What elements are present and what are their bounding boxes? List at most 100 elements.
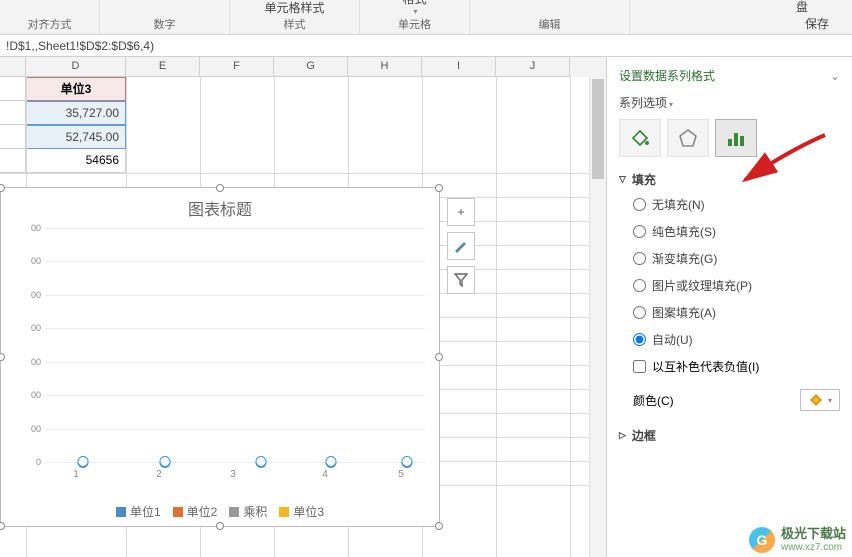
panel-subtitle[interactable]: 系列选项▾: [619, 94, 840, 111]
chart-handle-s[interactable]: [216, 522, 224, 530]
chart-legend[interactable]: 单位1 单位2 乘积 单位3: [1, 503, 439, 520]
y-tick: 00: [15, 424, 41, 434]
formula-text: !D$1,,Sheet1!$D$2:$D$6,4): [6, 39, 154, 53]
chart-handle-se[interactable]: [435, 522, 443, 530]
chart-add-button[interactable]: +: [447, 198, 475, 226]
cell-styles-button[interactable]: 单元格样式: [258, 0, 330, 16]
paint-bucket-icon: [629, 127, 651, 149]
watermark: G 极光下载站 www.xz7.com: [749, 527, 846, 553]
panel-tabs: [619, 119, 840, 157]
chart-handle-e[interactable]: [435, 353, 443, 361]
ribbon-group-label: 编辑: [539, 16, 561, 32]
x-tick: 1: [46, 469, 106, 480]
legend-swatch: [173, 507, 183, 517]
chart[interactable]: 图表标题 00 00 00 00 00 00 00 0 1: [0, 187, 440, 527]
radio-label: 纯色填充(S): [652, 223, 716, 240]
tab-effects[interactable]: [667, 119, 709, 157]
radio-input[interactable]: [633, 225, 646, 238]
col-header-d[interactable]: D: [26, 57, 126, 77]
formula-bar[interactable]: !D$1,,Sheet1!$D$2:$D$6,4): [0, 35, 852, 57]
watermark-name: 极光下载站: [781, 527, 846, 541]
col-header-h[interactable]: H: [348, 57, 422, 77]
col-header-f[interactable]: F: [200, 57, 274, 77]
radio-label: 自动(U): [652, 331, 693, 348]
x-tick: 5: [371, 469, 431, 480]
ribbon-group-label: 对齐方式: [28, 16, 72, 32]
col-header-j[interactable]: J: [496, 57, 570, 77]
format-panel: 设置数据系列格式 ⌄ 系列选项▾ ▽ 填充 无填充(N) 纯色填充(S) 渐变填…: [607, 57, 852, 557]
y-tick: 00: [15, 323, 41, 333]
paint-bucket-icon: [808, 392, 826, 408]
baidu-save-button[interactable]: 百度网盘 保存: [790, 0, 844, 32]
y-tick: 00: [15, 390, 41, 400]
watermark-logo: G: [749, 527, 775, 553]
legend-item-2[interactable]: 单位2: [173, 503, 218, 520]
chart-handle-w[interactable]: [0, 353, 5, 361]
tab-series[interactable]: [715, 119, 757, 157]
section-fill[interactable]: ▽ 填充: [619, 171, 840, 188]
format-label: 格式: [402, 0, 426, 7]
radio-input[interactable]: [633, 252, 646, 265]
chart-tools: +: [447, 198, 475, 294]
ribbon-group-label: 样式: [284, 16, 306, 32]
vertical-scrollbar[interactable]: [589, 77, 606, 557]
ribbon-group-label: 数字: [154, 16, 176, 32]
fill-auto[interactable]: 自动(U): [633, 331, 840, 348]
color-label: 颜色(C): [633, 392, 674, 409]
radio-label: 图片或纹理填充(P): [652, 277, 752, 294]
checkbox-input[interactable]: [633, 360, 646, 373]
section-border[interactable]: ▷ 边框: [619, 427, 840, 444]
legend-item-3[interactable]: 乘积: [229, 503, 267, 520]
fill-picture[interactable]: 图片或纹理填充(P): [633, 277, 840, 294]
col-header-e[interactable]: E: [126, 57, 200, 77]
watermark-url: www.xz7.com: [781, 542, 846, 553]
fill-none[interactable]: 无填充(N): [633, 196, 840, 213]
panel-subtitle-text: 系列选项: [619, 96, 667, 110]
grid-container: D E F G H I J 单位3 35,727.00 52,745.00 54…: [0, 57, 607, 557]
ribbon: 对齐方式 数字 单元格样式 样式 格式▾ 单元格 编辑 百度网盘 保存: [0, 0, 852, 35]
chart-handle-n[interactable]: [216, 184, 224, 192]
fill-options: 无填充(N) 纯色填充(S) 渐变填充(G) 图片或纹理填充(P) 图案填充(A…: [619, 196, 840, 348]
tab-fill[interactable]: [619, 119, 661, 157]
save-label: 保存: [805, 15, 829, 32]
chevron-down-icon[interactable]: ⌄: [830, 69, 840, 83]
radio-input[interactable]: [633, 306, 646, 319]
invert-negative[interactable]: 以互补色代表负值(I): [619, 358, 840, 375]
radio-input[interactable]: [633, 333, 646, 346]
chart-title[interactable]: 图表标题: [1, 196, 439, 220]
x-tick: 4: [295, 469, 355, 480]
ribbon-group-edit: 编辑: [470, 0, 630, 34]
col-header-corner[interactable]: [0, 57, 26, 77]
fill-solid[interactable]: 纯色填充(S): [633, 223, 840, 240]
scrollbar-thumb[interactable]: [592, 79, 604, 179]
panel-title: 设置数据系列格式 ⌄: [619, 67, 840, 84]
chart-style-button[interactable]: [447, 232, 475, 260]
fill-pattern[interactable]: 图案填充(A): [633, 304, 840, 321]
color-picker[interactable]: ▾: [800, 389, 840, 411]
col-header-i[interactable]: I: [422, 57, 496, 77]
y-tick: 00: [15, 256, 41, 266]
radio-input[interactable]: [633, 198, 646, 211]
chart-handle-nw[interactable]: [0, 184, 5, 192]
ribbon-group-align: 对齐方式: [0, 0, 100, 34]
y-tick: 00: [15, 223, 41, 233]
col-header-g[interactable]: G: [274, 57, 348, 77]
y-tick: 00: [15, 357, 41, 367]
legend-item-4[interactable]: 单位3: [279, 503, 324, 520]
section-fill-label: 填充: [632, 171, 656, 188]
chart-filter-button[interactable]: [447, 266, 475, 294]
ribbon-group-number: 数字: [100, 0, 230, 34]
format-button[interactable]: 格式▾: [396, 0, 432, 16]
chevron-down-icon: ▽: [619, 174, 626, 185]
fill-gradient[interactable]: 渐变填充(G): [633, 250, 840, 267]
chart-handle-ne[interactable]: [435, 184, 443, 192]
legend-item-1[interactable]: 单位1: [116, 503, 161, 520]
chart-plot: 00 00 00 00 00 00 00 0 1 2: [21, 228, 425, 462]
chevron-right-icon: ▷: [619, 430, 626, 441]
radio-label: 无填充(N): [652, 196, 705, 213]
x-tick: 2: [129, 469, 189, 480]
legend-label: 单位1: [130, 503, 161, 520]
radio-input[interactable]: [633, 279, 646, 292]
legend-label: 单位2: [187, 503, 218, 520]
ribbon-group-styles: 单元格样式 样式: [230, 0, 360, 34]
